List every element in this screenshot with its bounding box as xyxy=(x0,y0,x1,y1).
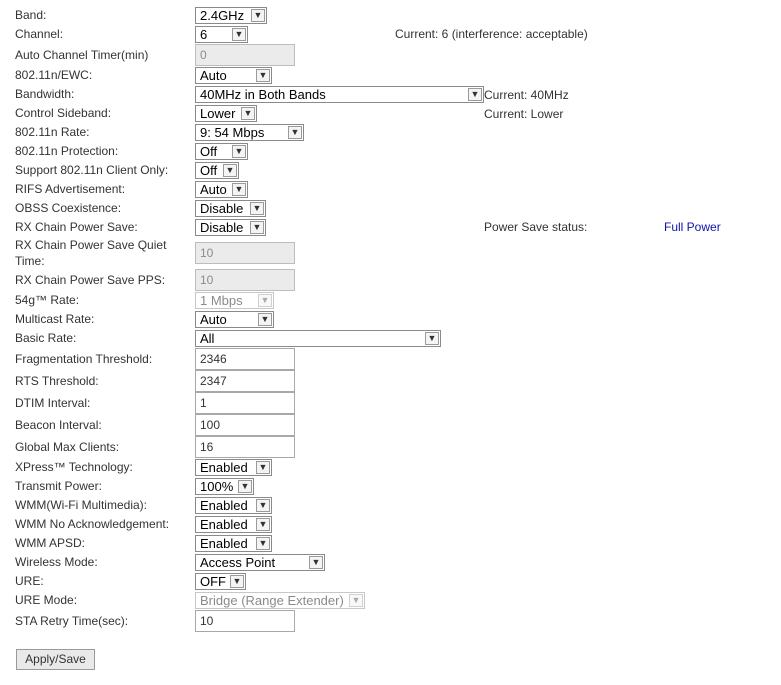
chevron-down-icon: ▼ xyxy=(425,332,439,345)
n-protection-label: 802.11n Protection: xyxy=(15,144,119,158)
sta-retry-input[interactable]: 10 xyxy=(195,610,295,632)
channel-select[interactable]: 6 ▼ xyxy=(195,26,248,43)
dtim-input[interactable]: 1 xyxy=(195,392,295,414)
max-clients-label: Global Max Clients: xyxy=(15,440,120,454)
auto-channel-timer-input: 0 xyxy=(195,44,295,66)
frag-threshold-input[interactable]: 2346 xyxy=(195,348,295,370)
xpress-label: XPress™ Technology: xyxy=(15,460,133,474)
control-sideband-select[interactable]: Lower ▼ xyxy=(195,105,257,122)
multicast-rate-select[interactable]: Auto ▼ xyxy=(195,311,274,328)
tx-power-label: Transmit Power: xyxy=(15,479,102,493)
ure-mode-select: Bridge (Range Extender) ▼ xyxy=(195,592,365,609)
obss-select[interactable]: Disable ▼ xyxy=(195,200,266,217)
auto-channel-timer-label: Auto Channel Timer(min) xyxy=(15,48,149,62)
chevron-down-icon: ▼ xyxy=(238,480,252,493)
dtim-label: DTIM Interval: xyxy=(15,396,91,410)
rifs-select[interactable]: Auto ▼ xyxy=(195,181,248,198)
chevron-down-icon: ▼ xyxy=(256,69,270,82)
rx-power-save-select[interactable]: Disable ▼ xyxy=(195,219,266,236)
obss-label: OBSS Coexistence: xyxy=(15,201,122,215)
chevron-down-icon: ▼ xyxy=(232,28,246,41)
basic-rate-label: Basic Rate: xyxy=(15,331,77,345)
control-sideband-label: Control Sideband: xyxy=(15,106,112,120)
beacon-input[interactable]: 100 xyxy=(195,414,295,436)
wireless-mode-label: Wireless Mode: xyxy=(15,555,98,569)
frag-threshold-label: Fragmentation Threshold: xyxy=(15,352,153,366)
multicast-rate-label: Multicast Rate: xyxy=(15,312,95,326)
chevron-down-icon: ▼ xyxy=(250,221,264,234)
wireless-mode-select[interactable]: Access Point ▼ xyxy=(195,554,325,571)
n-client-only-label: Support 802.11n Client Only: xyxy=(15,163,169,177)
chevron-down-icon: ▼ xyxy=(309,556,323,569)
chevron-down-icon: ▼ xyxy=(251,9,265,22)
channel-label: Channel: xyxy=(15,27,64,41)
rx-quiet-time-label-1: RX Chain Power Save Quiet xyxy=(15,238,167,252)
rx-pps-input: 10 xyxy=(195,269,295,291)
ewc-label: 802.11n/EWC: xyxy=(15,68,93,82)
ure-label: URE: xyxy=(15,574,44,588)
band-select[interactable]: 2.4GHz ▼ xyxy=(195,7,267,24)
wmm-label: WMM(Wi-Fi Multimedia): xyxy=(15,498,147,512)
chevron-down-icon: ▼ xyxy=(230,575,244,588)
tx-power-select[interactable]: 100% ▼ xyxy=(195,478,254,495)
max-clients-input[interactable]: 16 xyxy=(195,436,295,458)
ure-select[interactable]: OFF ▼ xyxy=(195,573,246,590)
wmm-apsd-label: WMM APSD: xyxy=(15,536,86,550)
g-rate-select: 1 Mbps ▼ xyxy=(195,292,274,309)
chevron-down-icon: ▼ xyxy=(256,499,270,512)
sta-retry-label: STA Retry Time(sec): xyxy=(15,614,129,628)
wmm-apsd-select[interactable]: Enabled ▼ xyxy=(195,535,272,552)
rts-threshold-input[interactable]: 2347 xyxy=(195,370,295,392)
chevron-down-icon: ▼ xyxy=(232,145,246,158)
power-save-status-value: Full Power xyxy=(664,220,721,234)
rifs-label: RIFS Advertisement: xyxy=(15,182,126,196)
chevron-down-icon: ▼ xyxy=(256,537,270,550)
bandwidth-status: Current: 40MHz xyxy=(484,88,569,102)
n-rate-label: 802.11n Rate: xyxy=(15,125,90,139)
rx-pps-label: RX Chain Power Save PPS: xyxy=(15,273,166,287)
rx-quiet-time-label-2: Time: xyxy=(15,254,45,268)
ure-mode-label: URE Mode: xyxy=(15,593,78,607)
band-label: Band: xyxy=(15,8,47,22)
chevron-down-icon: ▼ xyxy=(258,294,272,307)
power-save-status-label: Power Save status: xyxy=(484,220,588,234)
rx-quiet-time-input: 10 xyxy=(195,242,295,264)
n-protection-select[interactable]: Off ▼ xyxy=(195,143,248,160)
apply-save-button[interactable]: Apply/Save xyxy=(16,649,95,670)
wmm-select[interactable]: Enabled ▼ xyxy=(195,497,272,514)
chevron-down-icon: ▼ xyxy=(250,202,264,215)
chevron-down-icon: ▼ xyxy=(223,164,237,177)
g-rate-label: 54g™ Rate: xyxy=(15,293,80,307)
n-client-only-select[interactable]: Off ▼ xyxy=(195,162,239,179)
chevron-down-icon: ▼ xyxy=(468,88,482,101)
rts-threshold-label: RTS Threshold: xyxy=(15,374,99,388)
chevron-down-icon: ▼ xyxy=(256,518,270,531)
chevron-down-icon: ▼ xyxy=(349,594,363,607)
wmm-noack-select[interactable]: Enabled ▼ xyxy=(195,516,272,533)
beacon-label: Beacon Interval: xyxy=(15,418,102,432)
ewc-select[interactable]: Auto ▼ xyxy=(195,67,272,84)
rx-power-save-label: RX Chain Power Save: xyxy=(15,220,138,234)
control-sideband-status: Current: Lower xyxy=(484,107,564,121)
wmm-noack-label: WMM No Acknowledgement: xyxy=(15,517,170,531)
chevron-down-icon: ▼ xyxy=(258,313,272,326)
xpress-select[interactable]: Enabled ▼ xyxy=(195,459,272,476)
channel-status: Current: 6 (interference: acceptable) xyxy=(395,27,588,41)
chevron-down-icon: ▼ xyxy=(256,461,270,474)
bandwidth-select[interactable]: 40MHz in Both Bands ▼ xyxy=(195,86,484,103)
chevron-down-icon: ▼ xyxy=(288,126,302,139)
chevron-down-icon: ▼ xyxy=(241,107,255,120)
bandwidth-label: Bandwidth: xyxy=(15,87,75,101)
basic-rate-select[interactable]: All ▼ xyxy=(195,330,441,347)
n-rate-select[interactable]: 9: 54 Mbps ▼ xyxy=(195,124,304,141)
chevron-down-icon: ▼ xyxy=(232,183,246,196)
